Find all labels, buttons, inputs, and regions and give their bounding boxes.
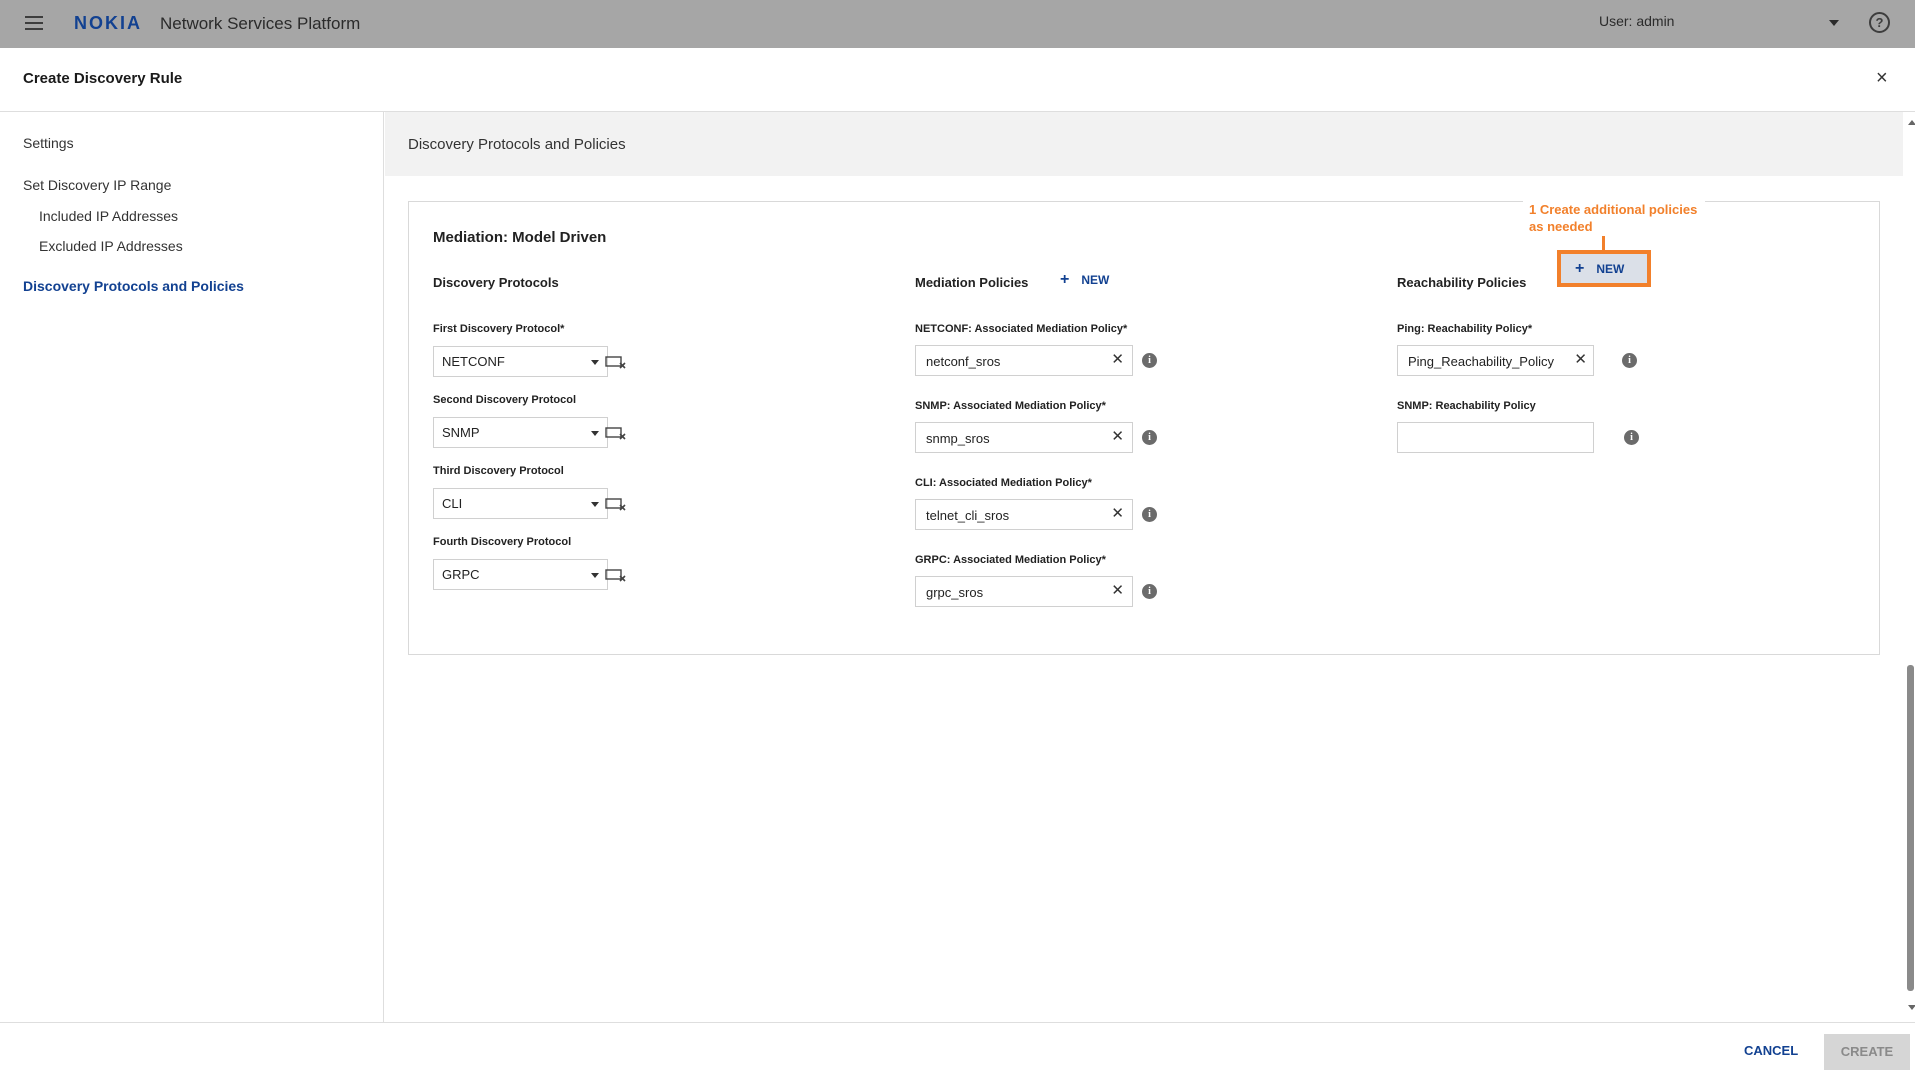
fourth-protocol-select[interactable]: GRPC <box>433 559 608 590</box>
first-protocol-select[interactable]: NETCONF <box>433 346 608 377</box>
nav-item-set-discovery-ip-range[interactable]: Set Discovery IP Range <box>23 177 171 193</box>
new-mediation-policy-button[interactable]: + NEW <box>1060 271 1109 289</box>
reachability-policies-title: Reachability Policies <box>1397 275 1527 290</box>
brand-logo: NOKIA <box>74 13 142 33</box>
section-header: Discovery Protocols and Policies <box>385 112 1903 176</box>
card-title: Mediation: Model Driven <box>433 229 607 246</box>
snmp-reachability-input[interactable] <box>1397 422 1594 453</box>
clear-field-icon[interactable] <box>605 426 627 440</box>
first-protocol-label: First Discovery Protocol* <box>433 323 565 335</box>
nav-item-settings[interactable]: Settings <box>23 135 74 151</box>
cli-mediation-label: CLI: Associated Mediation Policy* <box>915 477 1092 489</box>
clear-field-icon[interactable] <box>605 497 627 511</box>
nav-item-included-ip-addresses[interactable]: Included IP Addresses <box>39 208 178 224</box>
caret-down-icon <box>591 431 599 436</box>
scroll-up-icon[interactable] <box>1908 120 1915 125</box>
grpc-mediation-label: GRPC: Associated Mediation Policy* <box>915 554 1106 566</box>
hamburger-icon[interactable] <box>25 16 43 30</box>
ping-reachability-label: Ping: Reachability Policy* <box>1397 323 1533 335</box>
dialog-footer: CANCEL CREATE <box>0 1022 1915 1077</box>
snmp-reachability-label: SNMP: Reachability Policy <box>1397 400 1536 412</box>
ping-reachability-input[interactable]: Ping_Reachability_Policy ✕ <box>1397 345 1594 376</box>
new-reachability-policy-highlight: + NEW <box>1557 250 1651 287</box>
section-title: Discovery Protocols and Policies <box>408 136 626 153</box>
netconf-mediation-label: NETCONF: Associated Mediation Policy* <box>915 323 1128 335</box>
second-protocol-label: Second Discovery Protocol <box>433 394 577 406</box>
plus-icon: + <box>1575 260 1585 277</box>
info-icon[interactable]: i <box>1142 507 1157 522</box>
user-menu-label[interactable]: User: admin <box>1599 13 1674 29</box>
info-icon[interactable]: i <box>1142 430 1157 445</box>
third-protocol-select[interactable]: CLI <box>433 488 608 519</box>
mediation-card: Mediation: Model Driven Discovery Protoc… <box>408 201 1880 655</box>
select-value: GRPC <box>442 567 480 582</box>
info-icon[interactable]: i <box>1142 353 1157 368</box>
dialog-title: Create Discovery Rule <box>23 70 183 87</box>
netconf-mediation-input[interactable]: netconf_sros ✕ <box>915 345 1133 376</box>
caret-down-icon <box>591 360 599 365</box>
third-protocol-label: Third Discovery Protocol <box>433 465 564 477</box>
clear-field-icon[interactable] <box>605 568 627 582</box>
fourth-protocol-label: Fourth Discovery Protocol <box>433 536 572 548</box>
input-value: snmp_sros <box>926 431 990 446</box>
close-icon[interactable]: × <box>1876 68 1888 88</box>
annotation-callout: 1 Create additional policies as needed <box>1523 201 1705 235</box>
dialog-header: Create Discovery Rule × <box>0 48 1915 112</box>
snmp-mediation-label: SNMP: Associated Mediation Policy* <box>915 400 1106 412</box>
input-value: grpc_sros <box>926 585 984 600</box>
caret-down-icon[interactable] <box>1829 20 1839 26</box>
caret-down-icon <box>591 502 599 507</box>
info-icon[interactable]: i <box>1142 584 1157 599</box>
snmp-mediation-input[interactable]: snmp_sros ✕ <box>915 422 1133 453</box>
select-value: NETCONF <box>442 354 505 369</box>
input-value: Ping_Reachability_Policy <box>1408 354 1554 369</box>
new-label: NEW <box>1081 273 1110 287</box>
grpc-mediation-input[interactable]: grpc_sros ✕ <box>915 576 1133 607</box>
clear-icon[interactable]: ✕ <box>1574 352 1587 368</box>
clear-field-icon[interactable] <box>605 355 627 369</box>
create-button[interactable]: CREATE <box>1824 1034 1910 1070</box>
caret-down-icon <box>591 573 599 578</box>
input-value: netconf_sros <box>926 354 1001 369</box>
wizard-nav: Settings Set Discovery IP Range Included… <box>0 112 384 1022</box>
new-label: NEW <box>1596 262 1625 276</box>
clear-icon[interactable]: ✕ <box>1111 352 1124 368</box>
nav-item-excluded-ip-addresses[interactable]: Excluded IP Addresses <box>39 238 183 254</box>
help-icon[interactable]: ? <box>1869 12 1890 33</box>
nav-item-discovery-protocols-and-policies[interactable]: Discovery Protocols and Policies <box>23 278 244 294</box>
scroll-down-icon[interactable] <box>1908 1005 1915 1010</box>
cancel-button[interactable]: CANCEL <box>1744 1043 1798 1058</box>
plus-icon: + <box>1060 271 1070 288</box>
top-bar: NOKIA Network Services Platform User: ad… <box>0 0 1915 48</box>
select-value: CLI <box>442 496 463 511</box>
info-icon[interactable]: i <box>1624 430 1639 445</box>
discovery-protocols-title: Discovery Protocols <box>433 275 559 290</box>
input-value: telnet_cli_sros <box>926 508 1010 523</box>
select-value: SNMP <box>442 425 480 440</box>
info-icon[interactable]: i <box>1622 353 1637 368</box>
clear-icon[interactable]: ✕ <box>1111 429 1124 445</box>
new-reachability-policy-button[interactable]: + NEW <box>1575 260 1624 278</box>
clear-icon[interactable]: ✕ <box>1111 506 1124 522</box>
mediation-policies-title: Mediation Policies <box>915 275 1029 290</box>
main-content: Discovery Protocols and Policies Mediati… <box>385 112 1915 1022</box>
scrollbar-thumb[interactable] <box>1907 665 1914 991</box>
cli-mediation-input[interactable]: telnet_cli_sros ✕ <box>915 499 1133 530</box>
app-title: Network Services Platform <box>160 14 361 33</box>
second-protocol-select[interactable]: SNMP <box>433 417 608 448</box>
clear-icon[interactable]: ✕ <box>1111 583 1124 599</box>
